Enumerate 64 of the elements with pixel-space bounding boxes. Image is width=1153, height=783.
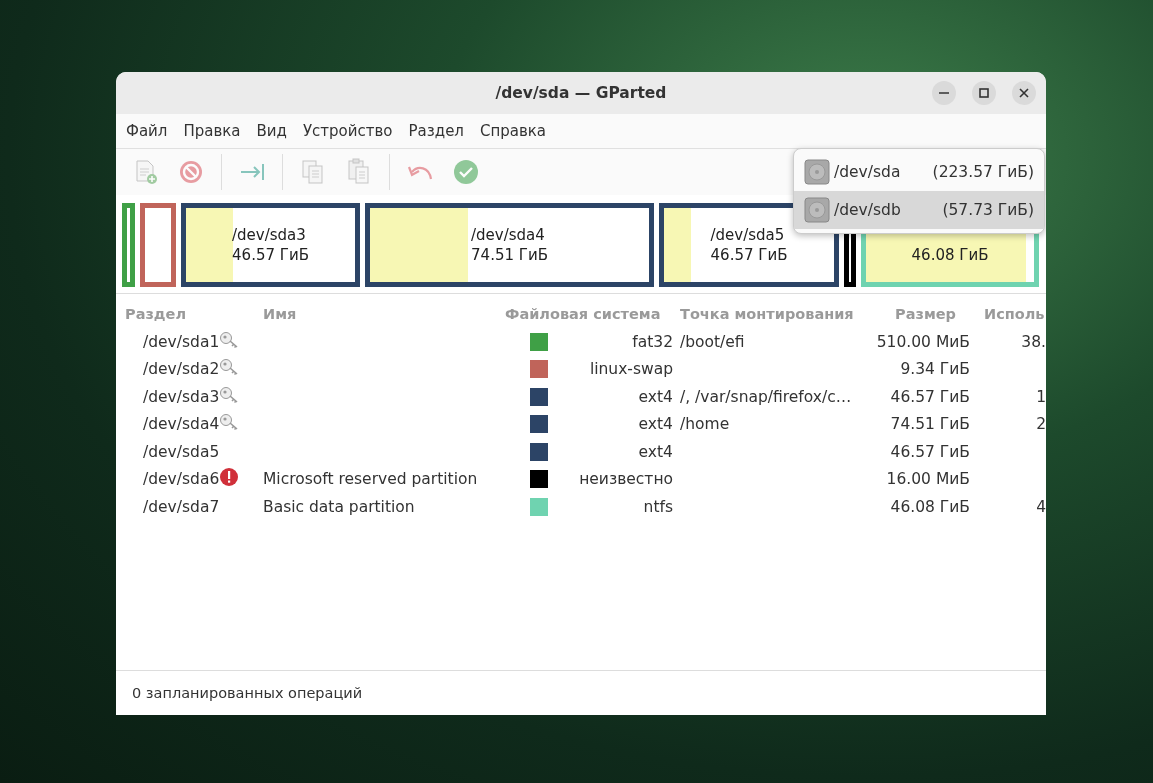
filesystem-cell: неизвестно: [579, 470, 673, 489]
name-cell-text: Basic data partition: [263, 497, 416, 516]
menu-item[interactable]: Раздел: [400, 122, 472, 140]
mount-point-cell-text: /boot/efi: [680, 332, 746, 351]
partition-cell: /dev/sda4: [143, 415, 220, 434]
size-cell-text: 510.00 МиБ: [875, 332, 970, 351]
used-cell-text: 4: [1035, 497, 1046, 516]
size-cell-text: 46.57 ГиБ: [889, 442, 970, 461]
partition-size: 46.57 ГиБ: [232, 245, 309, 265]
close-button[interactable]: [1012, 81, 1036, 105]
partition-cell: /dev/sda7: [143, 497, 220, 516]
table-row[interactable]: /dev/sda2 linux-swap 9.34 ГиБ: [116, 355, 1046, 383]
minimize-icon: [939, 92, 949, 94]
checkmark-icon: [452, 158, 480, 186]
size-cell-text: 46.08 ГиБ: [889, 497, 970, 516]
partition-name: /dev/sda3: [232, 225, 307, 245]
size-cell-text: 46.57 ГиБ: [889, 387, 970, 406]
used-cell-text: 38.: [1020, 332, 1046, 351]
partition-block[interactable]: /dev/sda3 46.57 ГиБ: [181, 203, 360, 287]
menu-item[interactable]: Вид: [248, 122, 295, 140]
table-row[interactable]: /dev/sda1 fat32 /boot/efi 510.00 МиБ 38.: [116, 328, 1046, 356]
partition-block[interactable]: /dev/sda4 74.51 ГиБ: [365, 203, 654, 287]
table-row[interactable]: /dev/sda6 Microsoft reserved partition неизвестно 16.00 МиБ: [116, 465, 1046, 493]
menu-item[interactable]: Устройство: [294, 122, 401, 140]
maximize-button[interactable]: [972, 81, 996, 105]
menu-item[interactable]: Правка: [175, 122, 249, 140]
table-row[interactable]: /dev/sda3 ext4 /, /var/snap/firefox/c… 46.57 ГиБ 1: [116, 383, 1046, 411]
size-cell-text: 74.51 ГиБ: [889, 415, 970, 434]
partition-cell: /dev/sda3: [143, 387, 220, 406]
filesystem-cell: linux-swap: [589, 360, 673, 379]
minimize-button[interactable]: [932, 81, 956, 105]
partition-size: 74.51 ГиБ: [471, 245, 548, 265]
used-cell-text: 2: [1035, 415, 1046, 434]
status-text: 0 запланированных операций: [132, 685, 363, 701]
mount-point-cell-text: /home: [680, 415, 731, 434]
device-menu-item[interactable]: /dev/sda (223.57 ГиБ): [794, 153, 1044, 191]
maximize-icon: [979, 88, 989, 98]
table-row[interactable]: /dev/sda5 ext4 46.57 ГиБ: [116, 438, 1046, 466]
filesystem-cell: ext4: [638, 387, 673, 406]
window-title: /dev/sda — GParted: [495, 84, 667, 102]
filesystem-cell: fat32: [632, 332, 673, 351]
name-cell-text: Microsoft reserved partition: [263, 470, 479, 489]
partition-name: /dev/sda5: [710, 225, 786, 245]
size-cell-text: 9.34 ГиБ: [899, 360, 970, 379]
partition-name: /dev/sda4: [471, 225, 546, 245]
partition-size: 46.57 ГиБ: [710, 245, 788, 265]
filesystem-cell: ntfs: [643, 497, 673, 516]
menu-item[interactable]: Справка: [471, 122, 555, 140]
used-cell-text: 1: [1035, 387, 1046, 406]
partition-cell: /dev/sda5: [143, 442, 220, 461]
partition-size: 46.08 ГиБ: [911, 245, 989, 265]
filesystem-cell: ext4: [638, 415, 673, 434]
menu-item[interactable]: Файл: [118, 122, 176, 140]
partition-cell: /dev/sda6: [143, 470, 220, 489]
table-row[interactable]: /dev/sda7 Basic data partition ntfs 46.08 ГиБ 4: [116, 493, 1046, 521]
mount-point-cell-text: /, /var/snap/firefox/c…: [680, 387, 853, 406]
partition-cell: /dev/sda1: [143, 332, 220, 351]
filesystem-cell: ext4: [638, 442, 673, 461]
device-menu-item[interactable]: /dev/sdb (57.73 ГиБ): [794, 191, 1044, 229]
partition-cell: /dev/sda2: [143, 360, 220, 379]
size-cell-text: 16.00 МиБ: [885, 470, 970, 489]
prohibited-icon: [177, 158, 205, 186]
table-row[interactable]: /dev/sda4 ext4 /home 74.51 ГиБ 2: [116, 410, 1046, 438]
close-icon: [1019, 88, 1029, 98]
